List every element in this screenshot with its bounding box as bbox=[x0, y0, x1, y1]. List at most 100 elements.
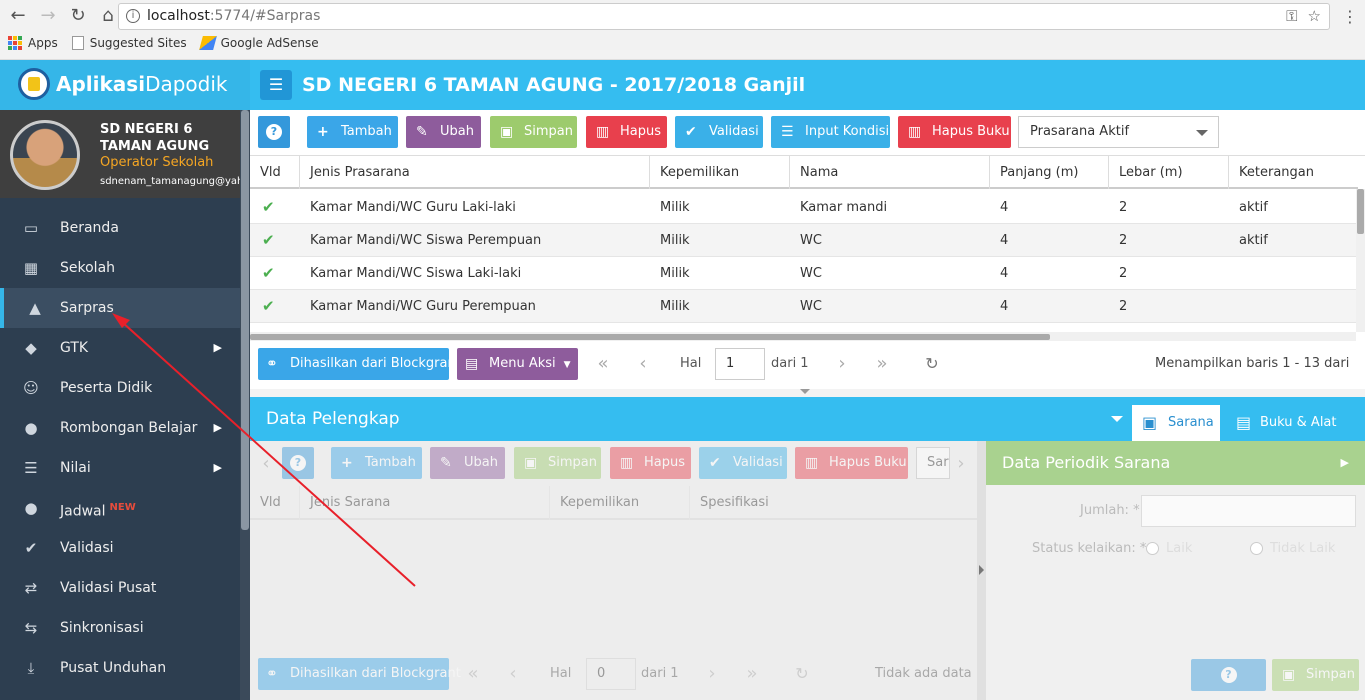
next-page-icon[interactable]: › bbox=[702, 658, 722, 690]
radio-tidak-laik[interactable] bbox=[1250, 542, 1263, 555]
radio-laik[interactable] bbox=[1146, 542, 1159, 555]
help-button[interactable]: ? bbox=[258, 116, 290, 148]
delete-book-button[interactable]: ▥ Hapus Buku bbox=[898, 116, 1011, 148]
chevron-down-icon[interactable] bbox=[1111, 416, 1123, 422]
cell-lebar: 2 bbox=[1119, 233, 1128, 248]
data-periodik-panel: Data Periodik Sarana ▶ Jumlah: * Status k… bbox=[986, 441, 1365, 700]
tab-sarana[interactable]: ▣ Sarana bbox=[1132, 405, 1220, 441]
validate-button[interactable]: ✔ Validasi bbox=[675, 116, 763, 148]
address-bar[interactable]: i localhost:5774/#Sarpras ⚿ ☆ bbox=[118, 3, 1330, 30]
blockgrant-button[interactable]: ⚭ Dihasilkan dari Blockgrant bbox=[258, 658, 461, 690]
sidebar-item-rombongan-belajar[interactable]: ● Rombongan Belajar ▶ bbox=[0, 408, 240, 448]
add-button[interactable]: + Tambah bbox=[331, 447, 422, 479]
scroll-right-icon[interactable]: › bbox=[951, 448, 971, 480]
bookmark-adsense[interactable]: Google AdSense bbox=[198, 36, 319, 50]
last-page-icon[interactable]: » bbox=[742, 658, 762, 690]
sidebar-item-validasi[interactable]: ✔ Validasi bbox=[0, 528, 240, 568]
sidebar-item-pusat-unduhan[interactable]: ⤓ Pusat Unduhan bbox=[0, 648, 240, 688]
sidebar-item-sinkronisasi[interactable]: ⇆ Sinkronisasi bbox=[0, 608, 240, 648]
grid-pager: ⚭ Dihasilkan dari Blockgrant ▤ Menu Aksi ▼ … bbox=[250, 341, 1365, 403]
last-page-icon[interactable]: » bbox=[872, 348, 892, 380]
help-button[interactable]: ? bbox=[1191, 659, 1266, 691]
first-page-icon[interactable]: « bbox=[593, 348, 613, 380]
back-icon[interactable]: ← bbox=[8, 6, 28, 28]
next-page-icon[interactable]: › bbox=[832, 348, 852, 380]
table-row[interactable]: ✔ Kamar Mandi/WC Siswa Perempuan Milik W… bbox=[250, 224, 1356, 257]
edit-button[interactable]: ✎ Ubah bbox=[406, 116, 481, 148]
sidebar-item-validasi-pusat[interactable]: ⇄ Validasi Pusat bbox=[0, 568, 240, 608]
chevron-right-icon[interactable]: ▶ bbox=[1341, 441, 1349, 485]
bookmark-apps[interactable]: Apps bbox=[8, 36, 58, 50]
prev-page-icon[interactable]: ‹ bbox=[503, 658, 523, 690]
data-periodik-header[interactable]: Data Periodik Sarana ▶ bbox=[986, 441, 1365, 485]
column-header[interactable]: Keterangan bbox=[1229, 156, 1358, 189]
scrollbar-thumb[interactable] bbox=[241, 110, 249, 530]
hamburger-menu-button[interactable]: ☰ bbox=[260, 70, 292, 100]
page-number-input[interactable]: 0 bbox=[586, 658, 636, 690]
browser-menu-icon[interactable]: ⋮ bbox=[1342, 7, 1358, 26]
bookmark-suggested[interactable]: Suggested Sites bbox=[71, 36, 187, 50]
column-header[interactable]: Lebar (m) bbox=[1109, 156, 1229, 189]
scroll-left-icon[interactable]: ‹ bbox=[256, 448, 276, 480]
refresh-icon[interactable]: ↻ bbox=[792, 658, 812, 690]
scrollbar-thumb[interactable] bbox=[250, 334, 1050, 340]
sidebar-item-sarpras[interactable]: ▲ Sarpras bbox=[0, 288, 240, 328]
column-header[interactable]: Kepemilikan bbox=[550, 486, 690, 520]
column-header[interactable]: Jenis Sarana bbox=[300, 486, 550, 520]
save-button[interactable]: ▣ Simpan bbox=[514, 447, 601, 479]
key-icon[interactable]: ⚿ bbox=[1286, 4, 1297, 29]
input-kondisi-button[interactable]: ☰ Input Kondisi bbox=[771, 116, 890, 148]
url-rest: :5774/#Sarpras bbox=[209, 8, 321, 24]
tab-buku-alat[interactable]: ▤ Buku & Alat bbox=[1226, 405, 1346, 441]
sidebar-item-jadwal[interactable]: ● Jadwal NEW bbox=[0, 488, 240, 528]
panel-splitter[interactable] bbox=[250, 389, 1365, 397]
sidebar-item-sekolah[interactable]: ▦ Sekolah bbox=[0, 248, 240, 288]
validate-button[interactable]: ✔ Validasi bbox=[699, 447, 787, 479]
scrollbar-thumb[interactable] bbox=[1357, 189, 1364, 234]
column-header[interactable]: Kepemilikan bbox=[650, 156, 790, 189]
blockgrant-button[interactable]: ⚭ Dihasilkan dari Blockgrant bbox=[258, 348, 461, 380]
sidebar-item-gtk[interactable]: ◆ GTK ▶ bbox=[0, 328, 240, 368]
expand-arrow-icon[interactable] bbox=[979, 565, 984, 575]
delete-book-button[interactable]: ▥ Hapus Buku bbox=[795, 447, 908, 479]
prasarana-filter-select[interactable]: Prasarana Aktif bbox=[1018, 116, 1219, 148]
delete-button[interactable]: ▥ Hapus bbox=[586, 116, 667, 148]
column-header[interactable]: Vld bbox=[250, 156, 300, 189]
add-button[interactable]: + Tambah bbox=[307, 116, 398, 148]
edit-button[interactable]: ✎ Ubah bbox=[430, 447, 505, 479]
reload-icon[interactable]: ↻ bbox=[68, 6, 88, 28]
info-icon[interactable]: i bbox=[126, 9, 140, 23]
table-row[interactable]: ✔ Kamar Mandi/WC Siswa Laki-laki Milik W… bbox=[250, 257, 1356, 290]
grid-vertical-scrollbar[interactable] bbox=[1356, 189, 1365, 332]
sidebar-item-nilai[interactable]: ☰ Nilai ▶ bbox=[0, 448, 240, 488]
page-header: ☰ SD NEGERI 6 TAMAN AGUNG - 2017/2018 Ga… bbox=[250, 60, 1365, 110]
refresh-icon[interactable]: ↻ bbox=[922, 348, 942, 380]
table-row[interactable]: ✔ Kamar Mandi/WC Guru Perempuan Milik WC… bbox=[250, 290, 1356, 323]
column-header[interactable]: Nama bbox=[790, 156, 990, 189]
home-icon[interactable]: ⌂ bbox=[98, 6, 118, 28]
forward-icon[interactable]: → bbox=[38, 6, 58, 28]
delete-button[interactable]: ▥ Hapus bbox=[610, 447, 691, 479]
save-button[interactable]: ▣ Simpan bbox=[1272, 659, 1359, 691]
collapse-arrow-icon[interactable] bbox=[800, 389, 810, 394]
star-icon[interactable]: ☆ bbox=[1308, 4, 1321, 29]
column-header[interactable]: Vld bbox=[250, 486, 300, 520]
save-button[interactable]: ▣ Simpan bbox=[490, 116, 577, 148]
sidebar-scrollbar[interactable] bbox=[240, 110, 250, 700]
sidebar-item-peserta-didik[interactable]: ☺ Peserta Didik bbox=[0, 368, 240, 408]
first-page-icon[interactable]: « bbox=[463, 658, 483, 690]
menu-aksi-button[interactable]: ▤ Menu Aksi ▼ bbox=[457, 348, 578, 380]
hal-label: Hal bbox=[680, 356, 702, 371]
column-header[interactable]: Jenis Prasarana bbox=[300, 156, 650, 189]
sarana-filter-select[interactable]: Sar bbox=[916, 447, 950, 479]
help-button[interactable]: ? bbox=[282, 447, 314, 479]
page-number-input[interactable]: 1 bbox=[715, 348, 765, 380]
prev-page-icon[interactable]: ‹ bbox=[633, 348, 653, 380]
app-logo[interactable]: AplikasiDapodik bbox=[0, 60, 250, 110]
vertical-splitter[interactable] bbox=[977, 441, 986, 700]
table-row[interactable]: ✔ Kamar Mandi/WC Guru Laki-laki Milik Ka… bbox=[250, 191, 1356, 224]
column-header[interactable]: Panjang (m) bbox=[990, 156, 1109, 189]
column-header[interactable]: Spesifikasi bbox=[690, 486, 977, 520]
jumlah-input[interactable] bbox=[1141, 495, 1356, 527]
sidebar-item-beranda[interactable]: ▭ Beranda bbox=[0, 208, 240, 248]
